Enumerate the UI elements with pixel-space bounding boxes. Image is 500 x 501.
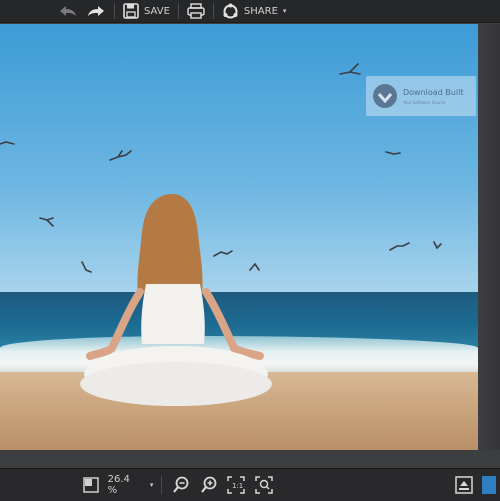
status-bar: 26.4 % ▾ 1:1 — [0, 468, 500, 501]
dropdown-arrow-icon: ▾ — [282, 7, 287, 15]
zoom-in-button[interactable] — [198, 474, 220, 496]
floppy-disk-icon — [123, 3, 139, 19]
fit-screen-button[interactable] — [253, 474, 275, 496]
printer-icon — [187, 3, 205, 19]
share-label: SHARE — [243, 5, 278, 17]
export-button[interactable] — [453, 474, 475, 496]
canvas-edge-shadow — [478, 24, 500, 450]
share-button[interactable]: SHARE ▾ — [222, 0, 287, 22]
panel-icon — [482, 476, 497, 494]
toolbar-separator — [177, 3, 179, 19]
zoom-in-icon — [200, 476, 217, 493]
svg-text:1:1: 1:1 — [232, 482, 243, 490]
undo-arrow-icon — [60, 6, 76, 16]
actual-size-icon: 1:1 — [227, 476, 246, 494]
watermark: Download Built Your Software Source — [366, 76, 476, 116]
watermark-logo-icon — [373, 84, 397, 108]
save-button[interactable]: SAVE — [123, 0, 170, 22]
zoom-out-button[interactable] — [170, 474, 192, 496]
fit-view-icon — [83, 477, 99, 493]
zoom-out-icon — [173, 476, 189, 493]
zoom-value[interactable]: 26.4 % — [108, 474, 142, 496]
zoom-dropdown-icon[interactable]: ▾ — [150, 481, 154, 489]
share-ring-icon — [223, 3, 238, 18]
image-canvas[interactable]: Download Built Your Software Source — [0, 24, 478, 450]
watermark-title: Download Built — [403, 88, 464, 97]
undo-button[interactable] — [58, 0, 78, 22]
top-toolbar: SAVE SHARE ▾ — [0, 0, 500, 23]
save-label: SAVE — [144, 5, 170, 17]
watermark-subtitle: Your Software Source — [403, 100, 446, 105]
toolbar-separator — [114, 3, 115, 19]
panel-toggle-button[interactable] — [478, 474, 500, 496]
status-separator — [161, 476, 163, 494]
redo-button[interactable] — [86, 0, 106, 22]
export-icon — [454, 476, 473, 494]
toolbar-separator — [212, 3, 214, 19]
fit-screen-icon — [255, 476, 273, 494]
actual-size-button[interactable]: 1:1 — [226, 474, 248, 496]
print-button[interactable] — [187, 0, 205, 22]
fit-view-button[interactable] — [80, 474, 102, 496]
redo-arrow-icon — [88, 6, 104, 16]
